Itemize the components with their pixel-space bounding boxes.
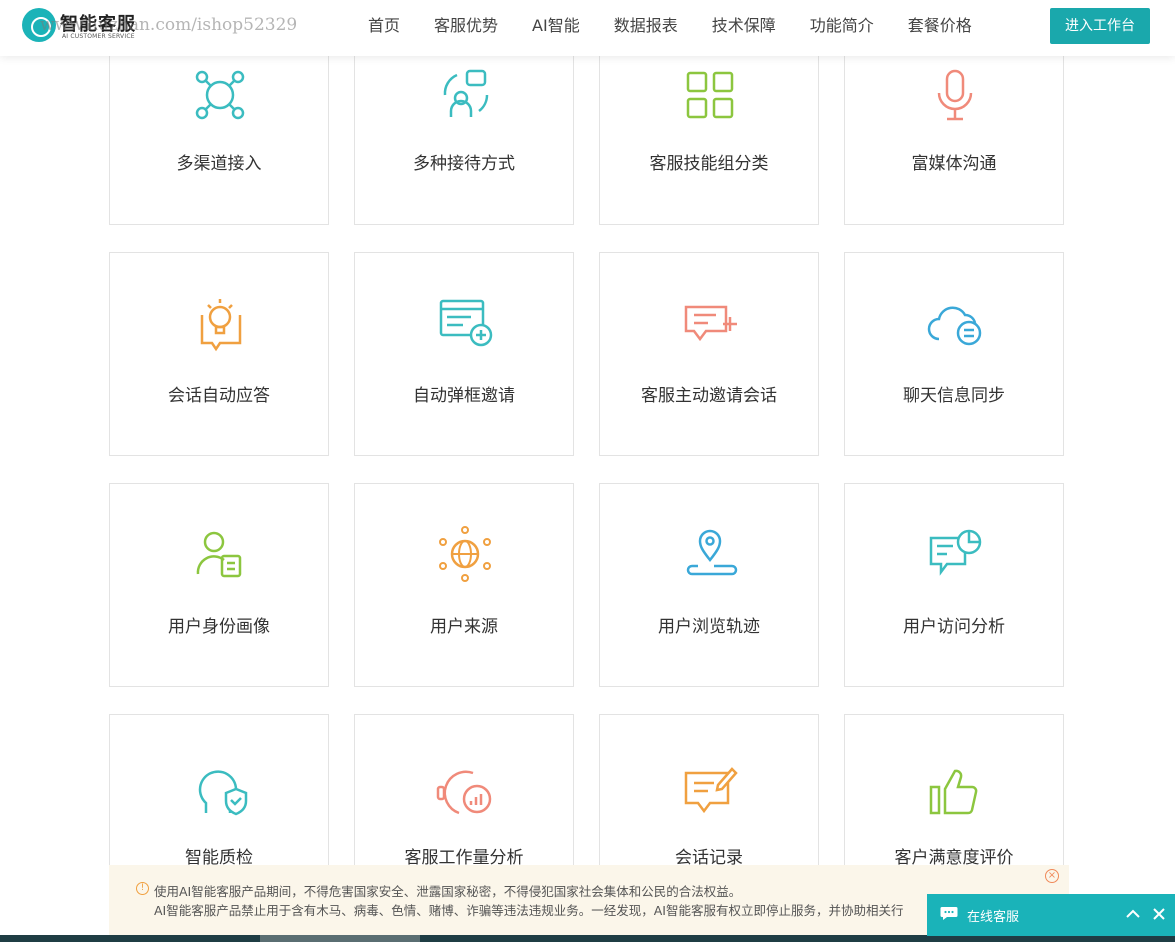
nav-item-home[interactable]: 首页	[368, 0, 400, 52]
chat-add-icon	[684, 305, 737, 342]
visit-analysis-icon	[929, 529, 982, 576]
warning-icon: !	[136, 882, 149, 895]
feature-label: 自动弹框邀请	[413, 386, 515, 406]
skill-group-icon	[686, 71, 734, 119]
feature-card[interactable]: 多种接待方式	[354, 30, 574, 225]
enter-workbench-button[interactable]: 进入工作台	[1050, 8, 1150, 44]
feature-label: 会话自动应答	[168, 386, 270, 406]
footer-strip	[0, 935, 1175, 942]
feature-card[interactable]: 聊天信息同步	[844, 252, 1064, 456]
main-nav: 首页 客服优势 AI智能 数据报表 技术保障 功能简介 套餐价格	[368, 0, 1006, 52]
feature-card[interactable]: 自动弹框邀请	[354, 252, 574, 456]
feature-card[interactable]: 用户身份画像	[109, 483, 329, 687]
feature-label: 多种接待方式	[413, 154, 515, 174]
feature-card[interactable]: 用户访问分析	[844, 483, 1064, 687]
feature-label: 聊天信息同步	[903, 386, 1005, 406]
globe-network-icon	[439, 526, 491, 582]
top-header: 智能客服 AI CUSTOMER SERVICE www.huzhan.com/…	[0, 0, 1175, 56]
thumbs-up-icon	[929, 769, 978, 815]
feature-label: 客服技能组分类	[649, 154, 769, 174]
feature-label: 富媒体沟通	[911, 154, 997, 174]
nav-item-tech[interactable]: 技术保障	[712, 0, 776, 52]
nav-item-advantages[interactable]: 客服优势	[434, 0, 498, 52]
feature-card[interactable]: 客服主动邀请会话	[599, 252, 819, 456]
cloud-sync-icon	[927, 306, 982, 346]
feature-label: 用户浏览轨迹	[658, 617, 760, 637]
workload-chart-icon	[436, 770, 492, 815]
feature-label: 用户访问分析	[903, 617, 1005, 637]
close-icon[interactable]	[1150, 905, 1168, 923]
notice-line-1: 使用AI智能客服产品期间，不得危害国家安全、泄露国家秘密，不得侵犯国家社会集体和…	[154, 884, 742, 899]
user-profile-icon	[196, 531, 242, 578]
footer-strip-segment	[260, 935, 420, 942]
notice-close-icon[interactable]: ×	[1045, 869, 1059, 883]
nav-item-pricing[interactable]: 套餐价格	[908, 0, 972, 52]
notice-line-2: AI智能客服产品禁止用于含有木马、病毒、色情、赌博、诈骗等违法违规业务。一经发现…	[154, 903, 904, 918]
feature-card[interactable]: 会话自动应答	[109, 252, 329, 456]
chat-bubble-icon	[940, 907, 958, 920]
chat-record-icon	[684, 767, 738, 814]
feature-card[interactable]: 用户来源	[354, 483, 574, 687]
feature-card[interactable]: 多渠道接入	[109, 30, 329, 225]
feature-label: 用户身份画像	[168, 617, 270, 637]
online-chat-widget[interactable]: 在线客服	[927, 894, 1175, 936]
microphone-icon	[937, 69, 973, 121]
nav-item-reports[interactable]: 数据报表	[614, 0, 678, 52]
legal-notice: ! 使用AI智能客服产品期间，不得危害国家安全、泄露国家秘密，不得侵犯国家社会集…	[109, 865, 1069, 935]
feature-card[interactable]: 客服技能组分类	[599, 30, 819, 225]
chevron-up-icon[interactable]	[1124, 905, 1142, 923]
watermark: www.huzhan.com/ishop52329	[40, 15, 298, 35]
feature-card[interactable]: 用户浏览轨迹	[599, 483, 819, 687]
nav-item-features[interactable]: 功能简介	[810, 0, 874, 52]
feature-label: 客服主动邀请会话	[641, 386, 777, 406]
popup-invite-icon	[439, 299, 493, 347]
chat-label: 在线客服	[967, 910, 1020, 925]
multi-channel-icon	[195, 70, 245, 120]
lightbulb-chat-icon	[200, 299, 242, 352]
feature-label: 多渠道接入	[176, 154, 262, 174]
feature-card[interactable]: 富媒体沟通	[844, 30, 1064, 225]
location-track-icon	[686, 529, 738, 576]
feature-label: 用户来源	[430, 617, 498, 637]
ai-inspection-icon	[198, 770, 248, 816]
nav-item-ai[interactable]: AI智能	[532, 0, 580, 52]
reception-modes-icon	[443, 69, 489, 117]
